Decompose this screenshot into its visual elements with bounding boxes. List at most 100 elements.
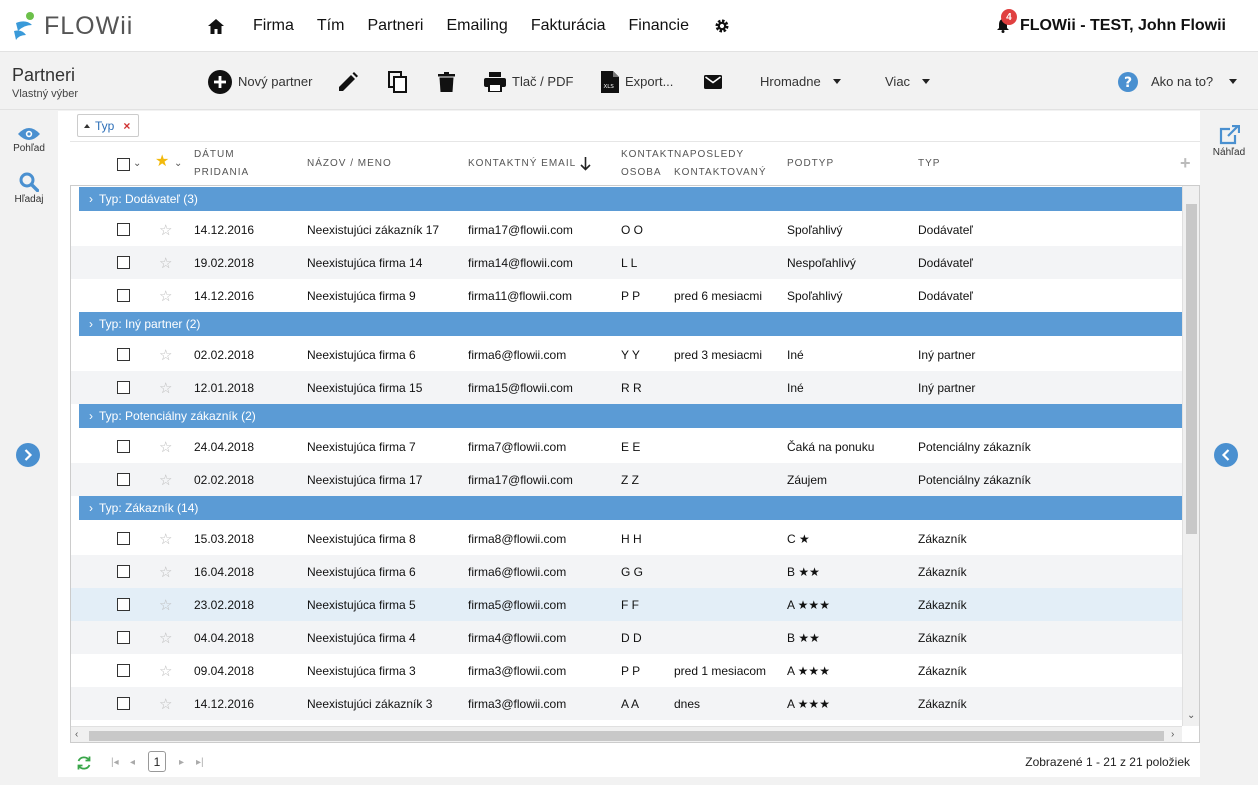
select-all-checkbox[interactable] bbox=[117, 158, 130, 178]
new-partner-button[interactable]: Nový partner bbox=[208, 53, 312, 110]
bulk-dropdown[interactable]: Hromadne bbox=[760, 53, 841, 110]
chevron-down-icon[interactable]: ⌄ bbox=[1187, 710, 1195, 721]
table-row[interactable]: ☆ 02.02.2018 Neexistujúca firma 6 firma6@fl… bbox=[71, 338, 1182, 371]
col-type[interactable]: Typ bbox=[918, 155, 940, 173]
table-row[interactable]: ☆ 15.03.2018 Neexistujúca firma 8 firma8@fl… bbox=[71, 522, 1182, 555]
more-dropdown[interactable]: Viac bbox=[885, 53, 931, 110]
bell-icon[interactable]: 4 bbox=[992, 9, 1017, 37]
nav-tim[interactable]: Tím bbox=[317, 17, 345, 35]
col-last-contacted[interactable]: Naposledy kontaktovaný bbox=[674, 146, 767, 182]
star-outline-icon[interactable]: ☆ bbox=[159, 654, 172, 687]
next-page-icon[interactable]: ▸ bbox=[179, 752, 184, 772]
star-outline-icon[interactable]: ☆ bbox=[159, 371, 172, 404]
logo[interactable]: FLOWii bbox=[12, 10, 133, 42]
star-outline-icon[interactable]: ☆ bbox=[159, 687, 172, 720]
table-row[interactable]: ☆ 16.04.2018 Neexistujúca firma 6 firma6@fl… bbox=[71, 555, 1182, 588]
row-checkbox[interactable] bbox=[117, 522, 130, 555]
star-outline-icon[interactable]: ☆ bbox=[159, 338, 172, 371]
group-header[interactable]: › Typ: Zákazník (14) bbox=[79, 496, 1182, 520]
page-subtitle[interactable]: Vlastný výber bbox=[12, 88, 78, 100]
row-checkbox[interactable] bbox=[117, 687, 130, 720]
vertical-scrollbar[interactable]: ⌄ bbox=[1182, 186, 1199, 726]
group-header[interactable]: › Typ: Dodávateľ (3) bbox=[79, 187, 1182, 211]
star-filled-icon[interactable]: ★ bbox=[155, 153, 170, 171]
col-date[interactable]: Dátum pridania bbox=[194, 146, 249, 182]
table-row[interactable]: ☆ 09.04.2018 Neexistujúca firma 3 firma3@fl… bbox=[71, 654, 1182, 687]
refresh-icon[interactable] bbox=[76, 753, 92, 773]
group-header[interactable]: › Typ: Iný partner (2) bbox=[79, 312, 1182, 336]
table-row[interactable]: ☆ 19.02.2018 Neexistujúca firma 14 firma14@… bbox=[71, 246, 1182, 279]
nav-partneri[interactable]: Partneri bbox=[367, 17, 423, 35]
copy-button[interactable] bbox=[388, 53, 407, 110]
horizontal-scrollbar[interactable]: ‹ › bbox=[71, 726, 1182, 742]
row-checkbox[interactable] bbox=[117, 338, 130, 371]
current-page[interactable]: 1 bbox=[148, 751, 166, 772]
row-checkbox[interactable] bbox=[117, 213, 130, 246]
close-icon[interactable]: × bbox=[123, 119, 130, 133]
expand-left-panel-button[interactable] bbox=[16, 443, 40, 467]
star-outline-icon[interactable]: ☆ bbox=[159, 555, 172, 588]
nav-firma[interactable]: Firma bbox=[253, 17, 294, 35]
delete-button[interactable] bbox=[438, 53, 455, 110]
vertical-scrollbar-thumb[interactable] bbox=[1186, 204, 1197, 534]
table-row[interactable]: ☆ 04.04.2018 Neexistujúca firma 4 firma4@fl… bbox=[71, 621, 1182, 654]
chevron-right-icon[interactable]: › bbox=[1171, 729, 1174, 740]
star-outline-icon[interactable]: ☆ bbox=[159, 246, 172, 279]
sort-down-icon bbox=[580, 157, 591, 171]
star-outline-icon[interactable]: ☆ bbox=[159, 463, 172, 496]
star-outline-icon[interactable]: ☆ bbox=[159, 279, 172, 312]
row-checkbox[interactable] bbox=[117, 279, 130, 312]
view-button[interactable]: Pohľad bbox=[0, 127, 58, 154]
table-row[interactable]: ☆ 02.02.2018 Neexistujúca firma 17 firma17@… bbox=[71, 463, 1182, 496]
chevron-down-icon[interactable]: ⌄ bbox=[174, 155, 183, 173]
cell-email: firma17@flowii.com bbox=[468, 472, 573, 487]
prev-page-icon[interactable]: ◂ bbox=[130, 752, 135, 772]
eye-icon bbox=[18, 128, 40, 140]
gear-icon[interactable] bbox=[712, 16, 732, 36]
print-pdf-button[interactable]: Tlač / PDF bbox=[484, 53, 573, 110]
row-checkbox[interactable] bbox=[117, 654, 130, 687]
col-contact[interactable]: Kontakt osoba bbox=[621, 146, 674, 182]
search-button[interactable]: Hľadaj bbox=[0, 172, 58, 205]
add-column-icon[interactable]: + bbox=[1180, 154, 1192, 172]
star-outline-icon[interactable]: ☆ bbox=[159, 588, 172, 621]
row-checkbox[interactable] bbox=[117, 246, 130, 279]
table-row[interactable]: ☆ 14.12.2016 Neexistujúci zákazník 17 firma… bbox=[71, 213, 1182, 246]
chevron-left-icon[interactable]: ‹ bbox=[75, 729, 78, 740]
email-button[interactable] bbox=[704, 53, 722, 110]
table-row[interactable]: ☆ 14.12.2016 Neexistujúca firma 9 firma11@f… bbox=[71, 279, 1182, 312]
expand-right-panel-button[interactable] bbox=[1214, 443, 1238, 467]
filter-chip-type[interactable]: Typ × bbox=[77, 114, 140, 137]
col-subtype[interactable]: Podtyp bbox=[787, 155, 834, 173]
row-checkbox[interactable] bbox=[117, 588, 130, 621]
user-menu[interactable]: 4 FLOWii - TEST, John Flowii bbox=[992, 0, 1226, 52]
row-checkbox[interactable] bbox=[117, 621, 130, 654]
table-row[interactable]: ☆ 12.01.2018 Neexistujúca firma 15 firma15@… bbox=[71, 371, 1182, 404]
table-row[interactable]: ☆ 24.04.2018 Neexistujúca firma 7 firma7@fl… bbox=[71, 430, 1182, 463]
first-page-icon[interactable]: |◂ bbox=[111, 752, 119, 772]
chevron-down-icon[interactable]: ⌄ bbox=[133, 155, 142, 173]
star-outline-icon[interactable]: ☆ bbox=[159, 522, 172, 555]
row-checkbox[interactable] bbox=[117, 463, 130, 496]
help-dropdown[interactable]: ? Ako na to? bbox=[1118, 53, 1238, 110]
star-outline-icon[interactable]: ☆ bbox=[159, 213, 172, 246]
nav-fakturacia[interactable]: Fakturácia bbox=[531, 17, 606, 35]
star-outline-icon[interactable]: ☆ bbox=[159, 621, 172, 654]
edit-button[interactable] bbox=[339, 53, 358, 110]
preview-button[interactable]: Náhľad bbox=[1200, 125, 1258, 158]
row-checkbox[interactable] bbox=[117, 555, 130, 588]
home-icon[interactable] bbox=[205, 15, 227, 37]
row-checkbox[interactable] bbox=[117, 430, 130, 463]
nav-financie[interactable]: Financie bbox=[629, 17, 689, 35]
export-button[interactable]: XLS Export... bbox=[601, 53, 673, 110]
col-name[interactable]: Názov / Meno bbox=[307, 155, 392, 173]
col-email[interactable]: Kontaktný email bbox=[468, 155, 591, 173]
star-outline-icon[interactable]: ☆ bbox=[159, 430, 172, 463]
nav-emailing[interactable]: Emailing bbox=[446, 17, 507, 35]
last-page-icon[interactable]: ▸| bbox=[196, 752, 204, 772]
horizontal-scrollbar-thumb[interactable] bbox=[89, 731, 1164, 741]
table-row[interactable]: ☆ 23.02.2018 Neexistujúca firma 5 firma5@fl… bbox=[71, 588, 1182, 621]
group-header[interactable]: › Typ: Potenciálny zákazník (2) bbox=[79, 404, 1182, 428]
row-checkbox[interactable] bbox=[117, 371, 130, 404]
table-row[interactable]: ☆ 14.12.2016 Neexistujúci zákazník 3 firma3… bbox=[71, 687, 1182, 720]
